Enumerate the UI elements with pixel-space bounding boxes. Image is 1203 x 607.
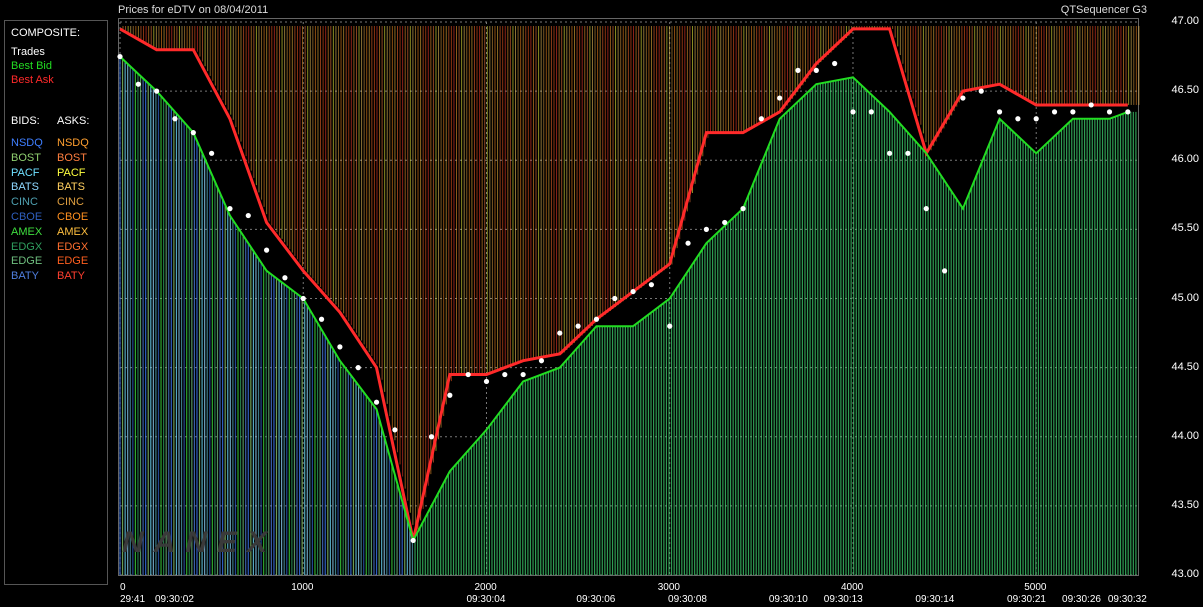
x-tick-label-count: 3000 <box>657 582 680 593</box>
trade-point <box>1033 116 1039 122</box>
watermark-logo: NANEX <box>122 526 278 559</box>
trade-point <box>1125 109 1131 115</box>
y-tick-label: 43.00 <box>1171 568 1199 580</box>
y-tick-label: 43.50 <box>1171 498 1199 511</box>
trade-point <box>135 81 141 87</box>
trade-point <box>520 371 526 378</box>
x-tick-label-time: 09:30:08 <box>668 594 707 605</box>
trade-point <box>502 371 508 378</box>
trade-point <box>373 399 380 405</box>
trade-point <box>941 268 948 274</box>
x-tick-label-time: 09:30:13 <box>823 594 863 605</box>
trade-point <box>887 150 893 156</box>
x-tick-label-count: 2000 <box>474 582 497 593</box>
trade-point <box>758 116 764 122</box>
trade-point <box>117 53 123 60</box>
trade-point <box>575 323 581 329</box>
x-tick-label-time: 09:30:10 <box>768 594 808 605</box>
y-tick-label: 45.00 <box>1171 291 1199 304</box>
trade-point <box>868 109 874 115</box>
trade-point <box>667 323 673 329</box>
x-tick-label-count: 5000 <box>1024 582 1047 593</box>
trade-point <box>685 240 691 246</box>
x-tick-label-time: 09:30:14 <box>915 594 955 605</box>
trade-point <box>1051 109 1058 115</box>
x-tick-label-time: 09:30:26 <box>1062 594 1101 605</box>
trade-point <box>703 226 709 232</box>
trade-point <box>227 206 233 212</box>
trade-point <box>996 109 1003 115</box>
trade-point <box>813 67 819 73</box>
trade-point <box>593 316 600 322</box>
trade-point <box>978 88 984 94</box>
trade-point <box>282 275 288 281</box>
trade-point <box>832 60 838 67</box>
x-tick-label-time: 29:41 <box>120 594 146 605</box>
trade-point <box>1106 109 1113 115</box>
trade-point <box>612 295 618 302</box>
trade-point <box>923 206 929 212</box>
x-tick-label-time: 09:30:32 <box>1107 594 1147 605</box>
x-tick-label-count: 0 <box>120 582 126 593</box>
trade-point <box>850 109 856 115</box>
trade-point <box>777 95 783 101</box>
trade-point <box>1070 109 1076 115</box>
x-tick-label-count: 1000 <box>291 582 314 593</box>
trade-point <box>263 247 270 253</box>
trade-point <box>190 130 196 136</box>
trade-point <box>337 344 343 350</box>
x-tick-label-time: 09:30:21 <box>1007 594 1046 605</box>
y-tick-label: 46.00 <box>1171 153 1199 166</box>
trade-point <box>154 88 160 94</box>
trade-point <box>483 378 490 385</box>
trade-point <box>245 212 251 219</box>
trade-point <box>300 295 306 302</box>
trade-point <box>447 392 453 398</box>
x-tick-label-time: 09:30:02 <box>154 594 194 605</box>
trade-point <box>905 150 911 156</box>
trade-point <box>795 67 801 73</box>
trade-point <box>172 116 178 122</box>
y-tick-label: 45.50 <box>1171 222 1199 235</box>
trade-point <box>392 427 398 433</box>
trade-point <box>428 434 435 440</box>
price-chart <box>117 21 1140 576</box>
x-tick-label-time: 09:30:06 <box>576 594 616 605</box>
trade-point <box>318 316 325 322</box>
trade-point <box>630 288 636 295</box>
trade-point <box>465 371 471 378</box>
trade-point <box>355 365 361 371</box>
trade-point <box>740 206 746 212</box>
trade-point <box>960 95 966 101</box>
trade-point <box>1088 102 1094 108</box>
x-tick-label-time: 09:30:04 <box>466 594 506 605</box>
x-tick-label-count: 4000 <box>840 582 864 593</box>
trade-point <box>722 219 728 226</box>
trade-point <box>538 358 545 364</box>
y-tick-label: 44.00 <box>1171 429 1199 442</box>
trade-point <box>648 282 655 288</box>
trade-point <box>410 537 416 544</box>
y-tick-label: 46.50 <box>1171 84 1199 97</box>
y-tick-label: 44.50 <box>1171 360 1199 373</box>
y-tick-label: 47.00 <box>1171 15 1199 27</box>
trade-point <box>1015 116 1021 122</box>
trade-point <box>209 150 215 156</box>
trade-point <box>557 330 563 336</box>
